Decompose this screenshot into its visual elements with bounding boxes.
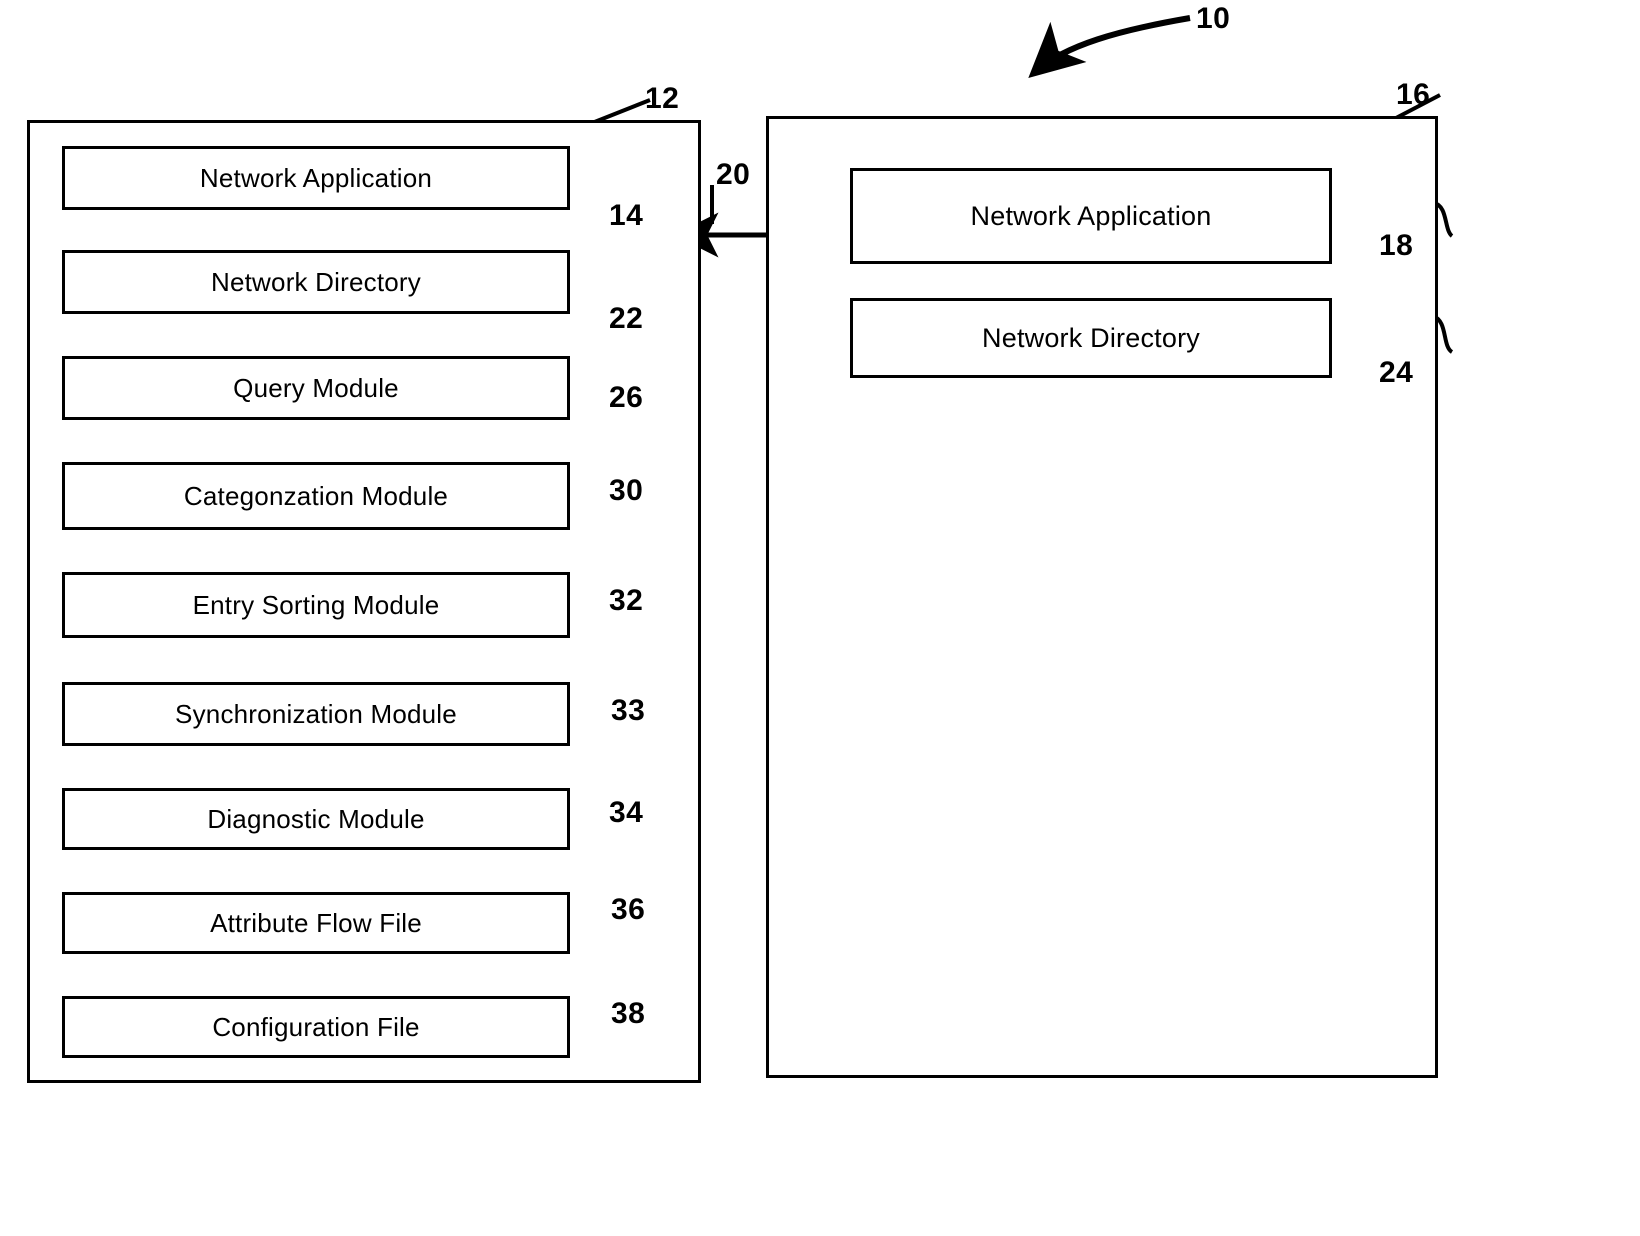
ref-numeral-left-panel: 12	[645, 82, 680, 115]
module-label: Network Application	[970, 200, 1212, 231]
module-network-application-left[interactable]: Network Application	[62, 146, 570, 210]
ref-numeral-14: 14	[609, 199, 644, 232]
ref-numeral-32: 32	[609, 584, 644, 617]
ref-numeral-33: 33	[611, 694, 646, 727]
ref-numeral-right-panel: 16	[1396, 78, 1431, 111]
module-label: Query Module	[233, 372, 399, 403]
ref-numeral-34: 34	[609, 796, 644, 829]
module-configuration-file-left[interactable]: Configuration File	[62, 996, 570, 1058]
module-network-directory-left[interactable]: Network Directory	[62, 250, 570, 314]
ref-numeral-26: 26	[609, 381, 644, 414]
module-entry-sorting-left[interactable]: Entry Sorting Module	[62, 572, 570, 638]
module-attribute-flow-file-left[interactable]: Attribute Flow File	[62, 892, 570, 954]
module-label: Synchronization Module	[175, 698, 457, 729]
module-categorization-left[interactable]: Categonzation Module	[62, 462, 570, 530]
module-label: Attribute Flow File	[210, 907, 422, 938]
module-label: Diagnostic Module	[207, 803, 425, 834]
ref-numeral-system: 10	[1196, 2, 1231, 35]
module-network-application-right[interactable]: Network Application	[850, 168, 1332, 264]
module-label: Network Directory	[982, 322, 1200, 353]
ref-numeral-22: 22	[609, 302, 644, 335]
module-label: Configuration File	[212, 1011, 420, 1042]
module-query-left[interactable]: Query Module	[62, 356, 570, 420]
system-ref-callout-arrow	[1028, 15, 1191, 79]
module-synchronization-left[interactable]: Synchronization Module	[62, 682, 570, 746]
module-label: Categonzation Module	[183, 480, 449, 511]
ref-numeral-36: 36	[611, 893, 646, 926]
module-diagnostic-left[interactable]: Diagnostic Module	[62, 788, 570, 850]
ref-numeral-18: 18	[1379, 229, 1414, 262]
module-network-directory-right[interactable]: Network Directory	[850, 298, 1332, 378]
ref-numeral-38: 38	[611, 997, 646, 1030]
patent-figure: 10 12 Network Application 14 Network Dir…	[0, 0, 1640, 1236]
ref-numeral-link: 20	[716, 158, 751, 191]
module-label: Network Application	[199, 162, 433, 193]
ref-numeral-30: 30	[609, 474, 644, 507]
ref-numeral-24: 24	[1379, 356, 1414, 389]
module-label: Entry Sorting Module	[192, 589, 440, 620]
module-label: Network Directory	[211, 266, 421, 297]
